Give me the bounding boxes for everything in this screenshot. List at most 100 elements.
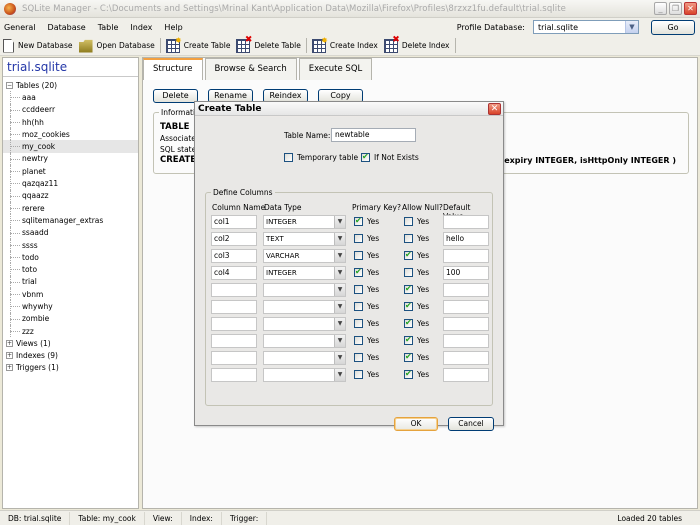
tree-item-table[interactable]: rerere xyxy=(3,201,138,215)
default-value-input[interactable]: hello xyxy=(443,232,489,246)
allow-null-option[interactable]: Yes xyxy=(404,217,429,226)
primary-key-checkbox[interactable] xyxy=(354,216,363,226)
default-value-input[interactable] xyxy=(443,317,489,331)
cancel-button[interactable]: Cancel xyxy=(448,417,494,431)
column-name-input[interactable] xyxy=(211,283,257,297)
chevron-down-icon[interactable]: ▼ xyxy=(334,267,345,279)
primary-key-option[interactable]: Yes xyxy=(354,285,379,294)
chevron-down-icon[interactable]: ▼ xyxy=(334,335,345,347)
allow-null-option[interactable]: Yes xyxy=(404,250,429,260)
column-name-input[interactable]: col3 xyxy=(211,249,257,263)
allow-null-option[interactable]: Yes xyxy=(404,301,429,311)
default-value-input[interactable] xyxy=(443,215,489,229)
tab-execute-sql[interactable]: Execute SQL xyxy=(298,58,373,80)
allow-null-checkbox[interactable] xyxy=(404,369,413,379)
data-type-select[interactable]: ▼ xyxy=(263,351,346,365)
primary-key-option[interactable]: Yes xyxy=(354,319,379,328)
tree-item-table[interactable]: ssss xyxy=(3,238,138,252)
tree-item-table[interactable]: planet xyxy=(3,165,138,178)
tree-node-group[interactable]: + Triggers (1) xyxy=(3,362,138,374)
chevron-down-icon[interactable]: ▼ xyxy=(334,250,345,262)
allow-null-checkbox[interactable] xyxy=(404,250,413,260)
data-type-select[interactable]: VARCHAR ▼ xyxy=(263,249,346,263)
allow-null-option[interactable]: Yes xyxy=(404,268,429,277)
collapse-icon[interactable]: − xyxy=(6,81,13,89)
allow-null-option[interactable]: Yes xyxy=(404,284,429,294)
column-name-input[interactable] xyxy=(211,317,257,331)
data-type-select[interactable]: ▼ xyxy=(263,283,346,297)
allow-null-checkbox[interactable] xyxy=(404,335,413,345)
tree-item-table[interactable]: hh(hh xyxy=(3,115,138,129)
tree-item-table[interactable]: ccddeerr xyxy=(3,103,138,117)
chevron-down-icon[interactable]: ▼ xyxy=(334,301,345,313)
default-value-input[interactable] xyxy=(443,351,489,365)
delete-button[interactable]: Delete xyxy=(153,89,198,103)
primary-key-option[interactable]: Yes xyxy=(354,336,379,345)
primary-key-option[interactable]: Yes xyxy=(354,216,379,226)
data-type-select[interactable]: ▼ xyxy=(263,334,346,348)
menu-database[interactable]: Database xyxy=(42,23,92,32)
tree-item-table[interactable]: toto xyxy=(3,263,138,277)
primary-key-option[interactable]: Yes xyxy=(354,370,379,379)
primary-key-option[interactable]: Yes xyxy=(354,353,379,362)
chevron-down-icon[interactable]: ▼ xyxy=(334,216,345,228)
allow-null-option[interactable]: Yes xyxy=(404,369,429,379)
allow-null-option[interactable]: Yes xyxy=(404,352,429,362)
allow-null-checkbox[interactable] xyxy=(404,268,413,277)
close-window-button[interactable]: ✕ xyxy=(684,2,697,15)
menu-general[interactable]: General xyxy=(0,23,42,32)
go-button[interactable]: Go xyxy=(651,19,695,35)
column-name-input[interactable] xyxy=(211,368,257,382)
tree-item-table[interactable]: my_cook xyxy=(3,140,138,154)
column-name-input[interactable]: col4 xyxy=(211,266,257,280)
primary-key-option[interactable]: Yes xyxy=(354,251,379,260)
tree-item-table[interactable]: sqlitemanager_extras xyxy=(3,214,138,227)
tree-item-table[interactable]: zzz xyxy=(3,324,138,338)
menu-table[interactable]: Table xyxy=(92,23,125,32)
allow-null-checkbox[interactable] xyxy=(404,318,413,328)
tree-item-table[interactable]: whywhy xyxy=(3,300,138,313)
primary-key-checkbox[interactable] xyxy=(354,285,363,294)
delete-index-button[interactable]: ✖ Delete Index xyxy=(381,35,453,55)
data-type-select[interactable]: INTEGER ▼ xyxy=(263,215,346,229)
create-index-button[interactable]: ✸ Create Index xyxy=(309,36,381,55)
data-type-select[interactable]: TEXT ▼ xyxy=(263,232,346,246)
data-type-select[interactable]: INTEGER ▼ xyxy=(263,266,346,280)
primary-key-checkbox[interactable] xyxy=(354,336,363,345)
default-value-input[interactable] xyxy=(443,368,489,382)
primary-key-checkbox[interactable] xyxy=(354,319,363,328)
data-type-select[interactable]: ▼ xyxy=(263,300,346,314)
primary-key-checkbox[interactable] xyxy=(354,251,363,260)
tree-node-tables[interactable]: − Tables (20) xyxy=(3,79,138,91)
primary-key-checkbox[interactable] xyxy=(354,234,363,243)
primary-key-checkbox[interactable] xyxy=(354,267,363,277)
primary-key-checkbox[interactable] xyxy=(354,302,363,311)
tree-item-table[interactable]: vbnm xyxy=(3,288,138,301)
chevron-down-icon[interactable]: ▼ xyxy=(334,352,345,364)
allow-null-checkbox[interactable] xyxy=(404,301,413,311)
primary-key-checkbox[interactable] xyxy=(354,370,363,379)
tree-item-table[interactable]: todo xyxy=(3,251,138,264)
allow-null-option[interactable]: Yes xyxy=(404,335,429,345)
column-name-input[interactable]: col2 xyxy=(211,232,257,246)
default-value-input[interactable]: 100 xyxy=(443,266,489,280)
allow-null-checkbox[interactable] xyxy=(404,284,413,294)
table-name-input[interactable]: newtable xyxy=(331,128,416,142)
tree-item-table[interactable]: qqaazz xyxy=(3,189,138,203)
profile-database-select[interactable]: trial.sqlite ▼ xyxy=(533,20,639,34)
expand-icon[interactable]: + xyxy=(6,364,13,372)
create-table-button[interactable]: ✸ Create Table xyxy=(163,36,234,55)
menu-index[interactable]: Index xyxy=(124,23,158,32)
chevron-down-icon[interactable]: ▼ xyxy=(334,318,345,330)
allow-null-checkbox[interactable] xyxy=(404,234,413,243)
default-value-input[interactable] xyxy=(443,249,489,263)
tab-browse-search[interactable]: Browse & Search xyxy=(204,58,297,80)
open-database-button[interactable]: Open Database xyxy=(76,37,158,55)
tree-node-group[interactable]: + Indexes (9) xyxy=(3,350,138,362)
ok-button[interactable]: OK xyxy=(394,417,438,431)
allow-null-option[interactable]: Yes xyxy=(404,234,429,243)
allow-null-checkbox[interactable] xyxy=(404,217,413,226)
temporary-table-option[interactable]: Temporary table xyxy=(284,153,358,162)
tree-item-table[interactable]: qazqaz11 xyxy=(3,177,138,190)
data-type-select[interactable]: ▼ xyxy=(263,317,346,331)
